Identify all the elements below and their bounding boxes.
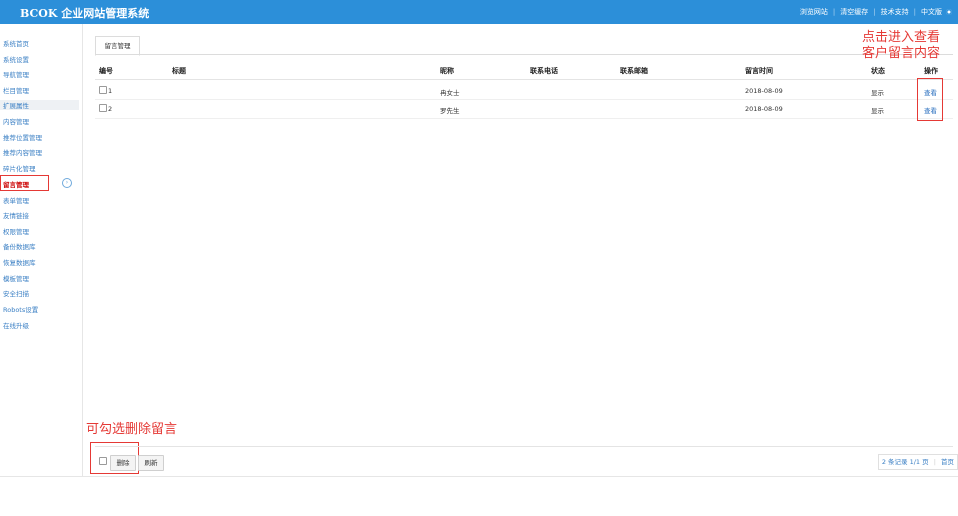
sidebar-item-navigation[interactable]: 导航管理 xyxy=(3,69,29,79)
settings-gear-icon[interactable] xyxy=(946,9,952,15)
row-nickname: 冉女士 xyxy=(440,89,460,97)
clear-cache-link[interactable]: 清空缓存 xyxy=(840,7,868,17)
sidebar-item-columns[interactable]: 栏目管理 xyxy=(3,85,29,95)
row-divider xyxy=(95,118,953,119)
tab-underline xyxy=(95,54,953,55)
sidebar-item-system-settings[interactable]: 系统设置 xyxy=(3,54,29,64)
row-divider xyxy=(95,99,953,100)
chevron-right-circle-icon[interactable]: › xyxy=(62,178,72,188)
sidebar-item-templates[interactable]: 模板管理 xyxy=(3,273,29,283)
sidebar-item-forms[interactable]: 表单管理 xyxy=(3,195,29,205)
row-time: 2018-08-09 xyxy=(745,105,783,113)
bottom-divider xyxy=(0,476,958,477)
row-time: 2018-08-09 xyxy=(745,87,783,95)
sidebar-item-friend-links[interactable]: 友情链接 xyxy=(3,210,29,220)
pager-first-link[interactable]: 首页 xyxy=(941,458,954,466)
top-header-bar: BCOK 企业网站管理系统 浏览网站 | 清空缓存 | 技术支持 | 中文版 xyxy=(0,0,958,24)
annotation-box-sidebar-messages xyxy=(0,175,49,191)
footer-divider xyxy=(95,446,953,447)
row-status: 显示 xyxy=(871,107,884,115)
sidebar-item-online-upgrade[interactable]: 在线升级 xyxy=(3,320,29,330)
sidebar-item-security-scan[interactable]: 安全扫描 xyxy=(3,288,29,298)
row-id: 1 xyxy=(108,87,113,95)
refresh-button[interactable]: 刷新 xyxy=(138,455,164,471)
row-checkbox[interactable] xyxy=(99,104,107,112)
sidebar: 系统首页 系统设置 导航管理 栏目管理 扩展属性 内容管理 推荐位置管理 推荐内… xyxy=(0,24,83,476)
row-nickname: 罗先生 xyxy=(440,107,460,115)
sidebar-item-recommend-content[interactable]: 推荐内容管理 xyxy=(3,147,42,157)
divider: | xyxy=(873,8,876,16)
sidebar-item-fragments[interactable]: 碎片化管理 xyxy=(3,163,36,173)
sidebar-item-robots[interactable]: Robots设置 xyxy=(3,304,38,314)
divider: | xyxy=(832,8,836,16)
tab-message-management[interactable]: 留言管理 xyxy=(95,36,140,56)
annotation-view-note-line1: 点击进入查看 xyxy=(862,30,941,45)
col-header-action: 操作 xyxy=(924,67,938,75)
col-header-email: 联系邮箱 xyxy=(620,67,648,75)
header-divider xyxy=(95,79,953,80)
top-links: 浏览网站 | 清空缓存 | 技术支持 | 中文版 xyxy=(800,7,952,17)
annotation-box-view-links xyxy=(917,78,943,121)
sidebar-item-extended-attributes[interactable]: 扩展属性 xyxy=(0,100,79,110)
sidebar-item-recommend-position[interactable]: 推荐位置管理 xyxy=(3,132,42,142)
divider: | xyxy=(933,458,936,466)
sidebar-item-content[interactable]: 内容管理 xyxy=(3,116,29,126)
row-checkbox[interactable] xyxy=(99,86,107,94)
app-title: BCOK 企业网站管理系统 xyxy=(20,7,150,20)
sidebar-item-backup-db[interactable]: 备份数据库 xyxy=(3,241,36,251)
col-header-phone: 联系电话 xyxy=(530,67,558,75)
col-header-time: 留言时间 xyxy=(745,67,773,75)
pager-records: 2 条记录 1/1 页 xyxy=(881,458,929,466)
col-header-nickname: 昵称 xyxy=(440,67,454,75)
language-link[interactable]: 中文版 xyxy=(921,7,942,17)
delete-button[interactable]: 删除 xyxy=(110,455,136,471)
col-header-status: 状态 xyxy=(871,67,885,75)
annotation-view-note-line2: 客户留言内容 xyxy=(862,46,941,61)
sidebar-item-permissions[interactable]: 权限管理 xyxy=(3,226,29,236)
row-id: 2 xyxy=(108,105,113,113)
tech-support-link[interactable]: 技术支持 xyxy=(881,7,909,17)
col-header-title: 标题 xyxy=(172,67,186,75)
sidebar-item-restore-db[interactable]: 恢复数据库 xyxy=(3,257,36,267)
row-status: 显示 xyxy=(871,89,884,97)
annotation-delete-note: 可勾选删除留言 xyxy=(86,422,178,437)
browse-site-link[interactable]: 浏览网站 xyxy=(800,7,828,17)
select-all-checkbox[interactable] xyxy=(99,457,107,465)
col-header-id: 编号 xyxy=(99,67,113,75)
divider: | xyxy=(913,8,916,16)
pagination: 2 条记录 1/1 页 | 首页 xyxy=(877,454,958,470)
sidebar-item-home[interactable]: 系统首页 xyxy=(3,38,29,48)
